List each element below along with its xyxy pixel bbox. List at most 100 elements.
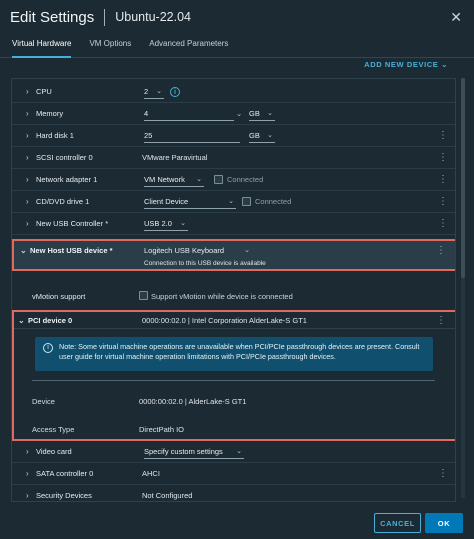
- usb-device-expander[interactable]: ⌄ New Host USB device *: [20, 246, 113, 255]
- tab-vm-options[interactable]: VM Options: [89, 34, 131, 57]
- network-connected-label: Connected: [227, 175, 264, 184]
- security-row: › Security Devices Not Configured: [12, 485, 455, 501]
- chevron-right-icon: ›: [26, 109, 29, 118]
- add-new-device-label: ADD NEW DEVICE: [364, 60, 439, 69]
- scsi-value: VMware Paravirtual: [142, 153, 208, 162]
- usb-controller-expander[interactable]: › New USB Controller *: [26, 219, 108, 228]
- hard-disk-input[interactable]: 25: [144, 129, 240, 143]
- security-expander[interactable]: › Security Devices: [26, 491, 92, 500]
- pci-note-text: Note: Some virtual machine operations ar…: [59, 342, 420, 361]
- memory-unit-select[interactable]: GB ⌄: [249, 107, 275, 121]
- more-options-icon[interactable]: ⋮: [438, 468, 448, 479]
- chevron-right-icon: ›: [26, 469, 29, 478]
- cpu-select[interactable]: 2 ⌄: [144, 85, 164, 99]
- vmotion-checkbox-label: Support vMotion while device is connecte…: [151, 292, 293, 301]
- video-card-row: › Video card Specify custom settings ⌄: [12, 441, 455, 463]
- chevron-down-icon: ⌄: [244, 247, 250, 254]
- video-card-expander[interactable]: › Video card: [26, 447, 72, 456]
- memory-input[interactable]: 4: [144, 107, 234, 121]
- more-options-icon[interactable]: ⋮: [438, 152, 448, 163]
- video-card-select[interactable]: Specify custom settings ⌄: [144, 445, 244, 459]
- cdrom-connected-checkbox[interactable]: [242, 197, 251, 206]
- scsi-expander[interactable]: › SCSI controller 0: [26, 153, 93, 162]
- scsi-row: › SCSI controller 0 VMware Paravirtual ⋮: [12, 147, 455, 169]
- cdrom-row: › CD/DVD drive 1 Client Device ⌄ Connected…: [12, 191, 455, 213]
- cdrom-expander[interactable]: › CD/DVD drive 1: [26, 197, 89, 206]
- tab-advanced-parameters[interactable]: Advanced Parameters: [149, 34, 228, 57]
- chevron-right-icon: ›: [26, 447, 29, 456]
- pci-device-field-value: 0000:00:02.0 | AlderLake-S GT1: [139, 397, 247, 406]
- pci-note-banner: i Note: Some virtual machine operations …: [35, 337, 433, 371]
- cdrom-value: Client Device: [144, 196, 189, 206]
- more-options-icon[interactable]: ⋮: [436, 315, 446, 326]
- pci-device-highlight: [12, 310, 455, 441]
- more-options-icon[interactable]: ⋮: [438, 130, 448, 141]
- video-card-value: Specify custom settings: [144, 446, 223, 456]
- chevron-down-icon: ⌄: [156, 88, 162, 95]
- pci-header-divider: [14, 328, 455, 329]
- usb-controller-select[interactable]: USB 2.0 ⌄: [144, 217, 188, 231]
- network-connected-checkbox[interactable]: [214, 175, 223, 184]
- scrollbar[interactable]: [461, 78, 465, 498]
- dialog-title: Edit Settings: [10, 8, 95, 26]
- chevron-down-icon: ⌄: [267, 132, 273, 139]
- security-value: Not Configured: [142, 491, 193, 500]
- pci-divider: [32, 380, 435, 381]
- chevron-down-icon: ⌄: [228, 198, 234, 205]
- pci-access-type-value: DirectPath IO: [139, 425, 185, 434]
- memory-value: 4: [144, 108, 149, 118]
- pci-device-expander[interactable]: ⌄ PCI device 0: [18, 316, 72, 325]
- cancel-button[interactable]: CANCEL: [374, 513, 421, 533]
- memory-unit: GB: [249, 108, 260, 118]
- chevron-right-icon: ›: [26, 219, 29, 228]
- more-options-icon[interactable]: ⋮: [438, 174, 448, 185]
- usb-device-select[interactable]: Logitech USB Keyboard ⌄: [144, 243, 252, 257]
- hard-disk-unit-select[interactable]: GB ⌄: [249, 129, 275, 143]
- add-new-device-button[interactable]: ADD NEW DEVICE ⌄: [364, 60, 448, 69]
- tab-virtual-hardware[interactable]: Virtual Hardware: [12, 34, 72, 58]
- vmotion-label: vMotion support: [32, 292, 86, 301]
- title-divider: [104, 8, 106, 26]
- chevron-down-icon: ⌄: [236, 448, 242, 455]
- vm-name: Ubuntu-22.04: [115, 10, 191, 24]
- hard-disk-expander[interactable]: › Hard disk 1: [26, 131, 74, 140]
- sata-value: AHCI: [142, 469, 160, 478]
- chevron-right-icon: ›: [26, 131, 29, 140]
- sata-label: SATA controller 0: [36, 469, 94, 478]
- info-icon[interactable]: i: [170, 87, 180, 97]
- hard-disk-label: Hard disk 1: [36, 131, 74, 140]
- network-expander[interactable]: › Network adapter 1: [26, 175, 97, 184]
- ok-button[interactable]: OK: [425, 513, 463, 533]
- cdrom-select[interactable]: Client Device ⌄: [144, 195, 236, 209]
- more-options-icon[interactable]: ⋮: [438, 196, 448, 207]
- network-select[interactable]: VM Network ⌄: [144, 173, 204, 187]
- chevron-right-icon: ›: [26, 491, 29, 500]
- usb-device-highlight: ⌄ New Host USB device * Logitech USB Keyb…: [12, 239, 455, 271]
- close-icon[interactable]: ✕: [450, 9, 462, 26]
- memory-row: › Memory 4 ⌄ GB ⌄: [12, 103, 455, 125]
- cpu-value: 2: [144, 86, 149, 96]
- vmotion-checkbox[interactable]: [139, 291, 148, 300]
- chevron-down-icon: ⌄: [441, 60, 448, 69]
- cpu-label: CPU: [36, 87, 52, 96]
- pci-access-type-label: Access Type: [32, 425, 75, 434]
- network-label: Network adapter 1: [36, 175, 98, 184]
- cpu-expander[interactable]: › CPU: [26, 87, 52, 96]
- chevron-right-icon: ›: [26, 87, 29, 96]
- hard-disk-value: 25: [144, 130, 153, 140]
- info-icon: i: [43, 343, 53, 353]
- memory-expander[interactable]: › Memory: [26, 109, 63, 118]
- scrollbar-thumb[interactable]: [461, 78, 465, 278]
- memory-label: Memory: [36, 109, 64, 118]
- chevron-right-icon: ›: [26, 197, 29, 206]
- network-value: VM Network: [144, 174, 185, 184]
- more-options-icon[interactable]: ⋮: [438, 218, 448, 229]
- sata-row: › SATA controller 0 AHCI ⋮: [12, 463, 455, 485]
- hard-disk-unit: GB: [249, 130, 260, 140]
- cdrom-label: CD/DVD drive 1: [36, 197, 90, 206]
- more-options-icon[interactable]: ⋮: [436, 245, 446, 256]
- memory-stepper-icon[interactable]: ⌄: [236, 109, 242, 118]
- chevron-right-icon: ›: [26, 175, 29, 184]
- sata-expander[interactable]: › SATA controller 0: [26, 469, 93, 478]
- tab-bar: Virtual Hardware VM Options Advanced Par…: [0, 34, 474, 58]
